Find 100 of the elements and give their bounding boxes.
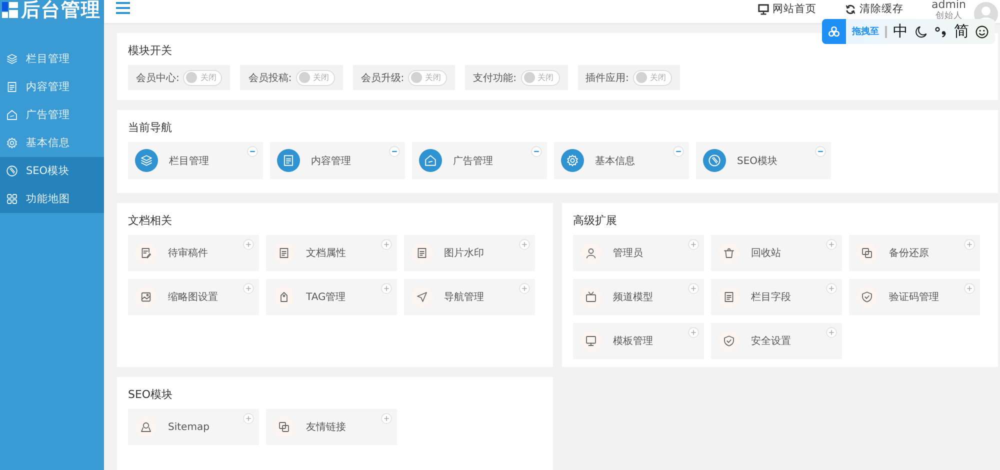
shortcut-tile[interactable]: 模板管理 [573,323,704,359]
switch-label: 支付功能: [473,72,516,84]
shortcut-label: 模板管理 [613,334,653,348]
shortcut-label: 友情链接 [306,420,346,434]
shortcut-tile[interactable]: 文档属性 [266,235,397,271]
shortcut-tile[interactable]: 频道模型 [573,279,704,315]
logo-icon [2,2,18,18]
shortcut-icon [723,247,735,259]
add-icon[interactable] [243,239,254,250]
add-icon[interactable] [964,283,975,294]
add-icon[interactable] [688,283,699,294]
shortcut-label: 回收站 [751,246,781,260]
add-icon[interactable] [243,413,254,424]
nav-label: 基本信息 [595,154,635,168]
nav-tile[interactable]: 内容管理 [270,142,405,179]
add-icon[interactable] [243,283,254,294]
nav-tile[interactable]: SEO模块 [696,142,831,179]
user-name: admin [932,0,966,10]
punctuation-icon[interactable] [934,24,948,38]
switch-label: 会员中心: [136,72,180,84]
shortcut-tile[interactable]: 缩略图设置 [128,279,259,315]
shortcut-label: 验证码管理 [889,291,939,304]
nav-tile[interactable]: 广告管理 [412,142,547,179]
shortcut-icon [416,291,428,303]
smiley-icon[interactable] [975,24,989,38]
header-link[interactable]: 清除缓存 [844,2,904,16]
shortcut-tile[interactable]: 待审稿件 [128,235,259,271]
shortcut-icon [278,247,290,259]
shortcut-icon [585,335,597,347]
switch-label: 会员投稿: [248,72,292,84]
moon-icon[interactable] [914,24,928,38]
sidebar-item[interactable]: SEO模块 [0,157,104,185]
shortcut-icon [416,247,428,259]
nav-label: 内容管理 [311,154,351,168]
header-link[interactable]: 网站首页 [758,2,817,16]
nav-icon [424,154,437,167]
shortcut-tile[interactable]: 验证码管理 [849,279,980,315]
shortcut-tile[interactable]: 图片水印 [404,235,535,271]
remove-icon[interactable] [389,146,400,157]
add-icon[interactable] [519,283,530,294]
add-icon[interactable] [826,327,837,338]
shortcut-label: 图片水印 [444,246,484,260]
add-icon[interactable] [688,239,699,250]
shortcut-label: 备份还原 [889,247,929,260]
add-icon[interactable] [826,239,837,250]
remove-icon[interactable] [673,146,684,157]
nav-icon [282,154,295,167]
sidebar-item[interactable]: 功能地图 [0,185,104,213]
add-icon[interactable] [519,239,530,250]
shortcut-tile[interactable]: 栏目字段 [711,279,842,315]
card-title: 模块开关 [128,43,173,58]
add-icon[interactable] [381,283,392,294]
add-icon[interactable] [964,239,975,250]
add-icon[interactable] [826,283,837,294]
nav-icon [566,154,579,167]
shortcut-tile[interactable]: 管理员 [573,235,704,271]
remove-icon[interactable] [247,146,258,157]
monitor-icon [758,4,769,14]
card-title: 当前导航 [128,120,173,135]
shortcut-tile[interactable]: 安全设置 [711,323,842,359]
shortcut-icon [278,421,290,433]
shortcut-label: TAG管理 [306,291,346,304]
add-icon[interactable] [381,413,392,424]
refresh-icon [844,4,856,14]
card-title: 文档相关 [128,213,173,228]
nav-icon [708,154,721,167]
shortcut-label: 缩略图设置 [168,290,218,304]
shortcut-icon [585,247,597,259]
shortcut-icon [723,335,735,347]
shortcut-tile[interactable]: 导航管理 [404,279,535,315]
language-toggle[interactable]: 中 [893,22,908,41]
shortcut-icon [723,291,735,303]
shortcut-tile[interactable]: 备份还原 [849,235,980,271]
remove-icon[interactable] [531,146,542,157]
shortcut-label: 安全设置 [751,334,791,348]
drag-hint: 拖拽至 [852,25,879,38]
switch-label: 插件应用: [586,72,629,84]
shortcut-tile[interactable]: 友情链接 [266,409,397,445]
add-icon[interactable] [688,327,699,338]
shortcut-label: 栏目字段 [751,290,791,304]
shortcut-icon [140,291,152,303]
shortcut-label: Sitemap [168,422,210,432]
card-title: 高级扩展 [573,213,618,228]
paw-icon[interactable] [822,19,846,44]
nav-icon [140,154,153,167]
nav-tile[interactable]: 栏目管理 [128,142,263,179]
shortcut-label: 频道模型 [613,290,653,304]
card-title: SEO模块 [128,387,174,402]
shortcut-tile[interactable]: TAG管理 [266,279,397,315]
nav-tile[interactable]: 基本信息 [554,142,689,179]
nav-label: 栏目管理 [169,154,209,168]
nav-label: SEO模块 [737,154,778,168]
remove-icon[interactable] [815,146,826,157]
script-toggle[interactable]: 简 [954,22,969,41]
add-icon[interactable] [381,239,392,250]
shortcut-label: 待审稿件 [168,246,208,260]
shortcut-tile[interactable]: Sitemap [128,409,259,445]
shortcut-icon [140,421,152,433]
user-role: 创始人 [935,12,962,20]
shortcut-tile[interactable]: 回收站 [711,235,842,271]
